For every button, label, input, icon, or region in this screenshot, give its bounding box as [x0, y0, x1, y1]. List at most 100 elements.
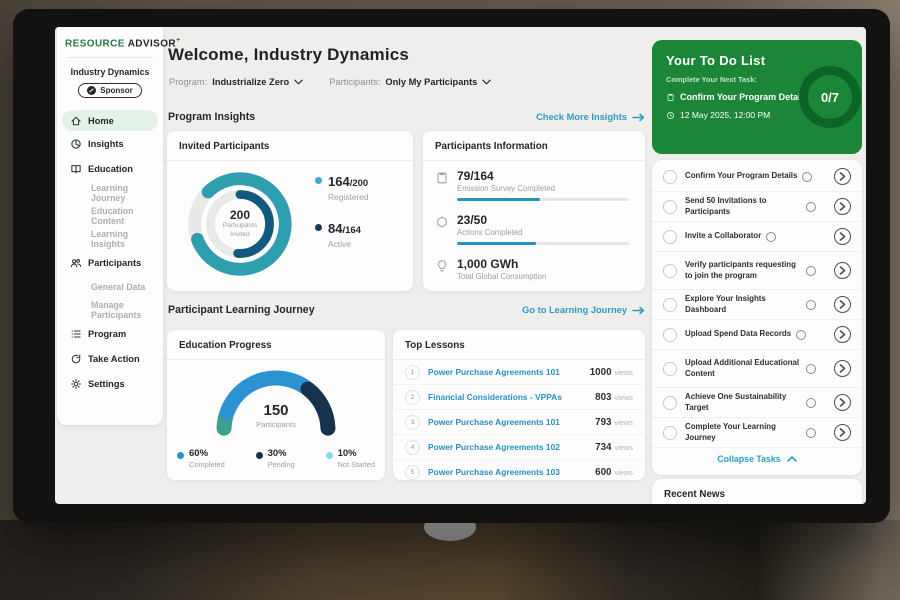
sidebar-item-program[interactable]: Program	[57, 321, 163, 346]
task-checkbox[interactable]	[663, 230, 677, 244]
task-open-button[interactable]	[834, 326, 851, 343]
task-info-icon[interactable]	[806, 300, 816, 310]
participants-dropdown[interactable]: Participants: Only My Participants	[329, 77, 491, 87]
todo-progress-ring: 0/7	[799, 66, 861, 128]
task-row[interactable]: Achieve One Sustainability Target	[652, 388, 862, 418]
stat-actions-completed: 23/50 Actions Completed	[435, 213, 631, 245]
legend-value: 60%	[189, 448, 225, 459]
task-checkbox[interactable]	[663, 298, 677, 312]
task-checkbox[interactable]	[663, 362, 677, 376]
sidebar-item-manage-participants[interactable]: Manage Participants	[57, 298, 163, 321]
task-row[interactable]: Upload Spend Data Records	[652, 320, 862, 350]
sidebar-item-participants[interactable]: Participants	[57, 250, 163, 275]
sidebar-item-home[interactable]: Home	[62, 110, 158, 131]
task-row[interactable]: Verify participants requesting to join t…	[652, 252, 862, 290]
sponsor-badge[interactable]: Sponsor	[78, 83, 141, 98]
chevron-down-icon	[294, 77, 303, 87]
todo-due: 12 May 2025, 12:00 PM	[666, 110, 770, 120]
divider	[167, 160, 413, 161]
task-checkbox[interactable]	[663, 170, 677, 184]
task-open-button[interactable]	[834, 296, 851, 313]
lesson-link[interactable]: Financial Considerations - VPPAs	[428, 392, 562, 402]
program-value: Industrialize Zero	[212, 77, 289, 87]
stat-label: Emission Survey Completed	[457, 184, 629, 193]
task-checkbox[interactable]	[663, 426, 677, 440]
lesson-row: 2 Financial Considerations - VPPAs 803 v…	[393, 385, 645, 410]
task-open-button[interactable]	[834, 424, 851, 441]
task-open-button[interactable]	[834, 262, 851, 279]
lesson-link[interactable]: Power Purchase Agreements 102	[428, 442, 560, 452]
lesson-views: 803	[595, 392, 611, 403]
task-open-button[interactable]	[834, 360, 851, 377]
task-open-button[interactable]	[834, 168, 851, 185]
task-info-icon[interactable]	[802, 172, 812, 182]
sidebar-item-label: Insights	[88, 139, 124, 149]
divider	[423, 160, 645, 161]
task-info-icon[interactable]	[806, 266, 816, 276]
photo-background: RESOURCE ADVISOR+ Industry Dynamics Spon…	[0, 0, 900, 600]
sidebar-item-insights[interactable]: Insights	[57, 131, 163, 156]
legend-total: /200	[350, 178, 369, 189]
task-row[interactable]: Send 50 Invitations to Participants	[652, 192, 862, 222]
top-lessons-card: Top Lessons 1 Power Purchase Agreements …	[393, 330, 645, 480]
task-row[interactable]: Upload Additional Educational Content	[652, 350, 862, 388]
learning-journey-header: Participant Learning Journey Go to Learn…	[168, 304, 645, 316]
task-info-icon[interactable]	[796, 330, 806, 340]
legend-dot	[315, 224, 322, 231]
gear-icon	[70, 378, 82, 390]
link-label: Check More Insights	[536, 112, 627, 122]
lesson-rank: 4	[405, 440, 420, 455]
legend-value: 84	[328, 221, 342, 236]
sidebar-item-label: General Data	[91, 282, 145, 292]
collapse-tasks-link[interactable]: Collapse Tasks	[652, 448, 862, 469]
stat-label: Total Global Consumption	[457, 272, 546, 281]
sidebar-item-education-content[interactable]: Education Content	[57, 204, 163, 227]
sidebar-item-take-action[interactable]: Take Action	[57, 346, 163, 371]
lesson-rank: 2	[405, 390, 420, 405]
legend-dot	[256, 452, 263, 459]
book-icon	[70, 163, 82, 175]
task-checkbox[interactable]	[663, 264, 677, 278]
lesson-link[interactable]: Power Purchase Agreements 101	[428, 417, 560, 427]
task-info-icon[interactable]	[806, 428, 816, 438]
task-open-button[interactable]	[834, 198, 851, 215]
survey-icon	[435, 171, 449, 185]
task-checkbox[interactable]	[663, 396, 677, 410]
participants-label: Participants:	[329, 77, 380, 87]
lesson-link[interactable]: Power Purchase Agreements 101	[428, 367, 560, 377]
card-title: Top Lessons	[393, 330, 645, 359]
lesson-row: 1 Power Purchase Agreements 101 1000 vie…	[393, 360, 645, 385]
sidebar-item-settings[interactable]: Settings	[57, 371, 163, 396]
task-row[interactable]: Invite a Collaborator	[652, 222, 862, 252]
go-to-learning-journey-link[interactable]: Go to Learning Journey	[522, 305, 645, 315]
legend-label: Pending	[268, 460, 295, 469]
task-open-button[interactable]	[834, 394, 851, 411]
task-label: Upload Additional Educational Content	[685, 358, 801, 379]
sidebar-item-learning-journey[interactable]: Learning Journey	[57, 181, 163, 204]
progress-fill	[457, 242, 536, 245]
participants-value: Only My Participants	[385, 77, 477, 87]
sidebar-item-education[interactable]: Education	[57, 156, 163, 181]
task-open-button[interactable]	[834, 228, 851, 245]
task-row[interactable]: Complete Your Learning Journey	[652, 418, 862, 448]
task-row[interactable]: Confirm Your Program Details	[652, 162, 862, 192]
participants-information-card: Participants Information 79/164 Emission…	[423, 131, 645, 291]
section-title: Program Insights	[168, 111, 255, 123]
dashboard-screen: RESOURCE ADVISOR+ Industry Dynamics Spon…	[55, 27, 866, 504]
lesson-link[interactable]: Power Purchase Agreements 103	[428, 467, 560, 477]
task-checkbox[interactable]	[663, 328, 677, 342]
task-info-icon[interactable]	[806, 398, 816, 408]
program-dropdown[interactable]: Program: Industrialize Zero	[169, 77, 303, 87]
sidebar-item-general-data[interactable]: General Data	[57, 275, 163, 298]
sidebar-item-label: Home	[88, 116, 114, 126]
sidebar-item-learning-insights[interactable]: Learning Insights	[57, 227, 163, 250]
task-label: Complete Your Learning Journey	[685, 422, 801, 443]
task-checkbox[interactable]	[663, 200, 677, 214]
check-more-insights-link[interactable]: Check More Insights	[536, 112, 645, 122]
task-row[interactable]: Explore Your Insights Dashboard	[652, 290, 862, 320]
task-info-icon[interactable]	[766, 232, 776, 242]
lesson-views: 793	[595, 417, 611, 428]
task-info-icon[interactable]	[806, 364, 816, 374]
task-info-icon[interactable]	[806, 202, 816, 212]
home-icon	[70, 115, 82, 127]
